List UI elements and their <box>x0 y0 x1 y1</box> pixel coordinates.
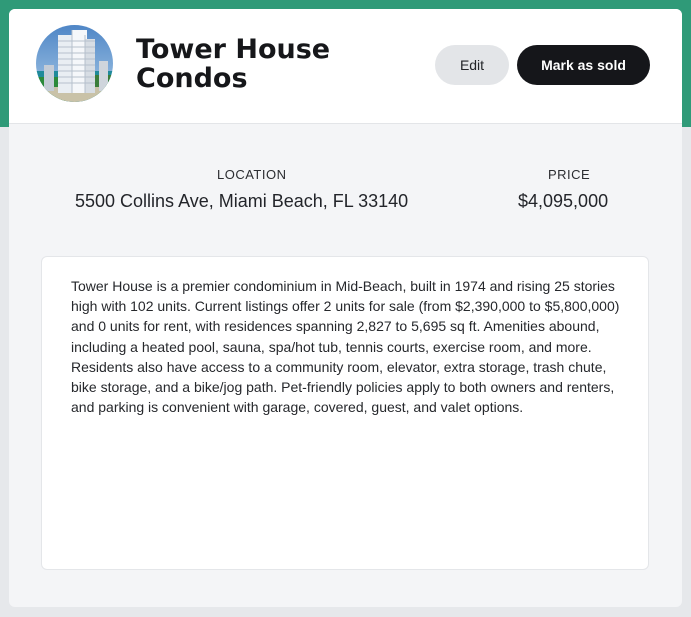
price-value: $4,095,000 <box>518 191 609 211</box>
location-label: LOCATION <box>217 167 287 182</box>
description-card: Tower House is a premier condominium in … <box>41 256 649 570</box>
location-value: 5500 Collins Ave, Miami Beach, FL 33140 <box>75 191 409 211</box>
page-title: Tower House Condos <box>136 34 331 94</box>
listing-header: Tower House Condos Edit Mark as sold <box>9 9 682 124</box>
description-text: Tower House is a premier condominium in … <box>71 278 620 416</box>
price-label: PRICE <box>548 167 591 182</box>
mark-as-sold-button[interactable]: Mark as sold <box>517 45 650 85</box>
condo-tower-photo-icon <box>36 25 113 102</box>
listing-photo <box>36 25 113 102</box>
listing-card: Tower House Condos Edit Mark as sold LOC… <box>9 9 682 607</box>
edit-button[interactable]: Edit <box>435 45 509 85</box>
